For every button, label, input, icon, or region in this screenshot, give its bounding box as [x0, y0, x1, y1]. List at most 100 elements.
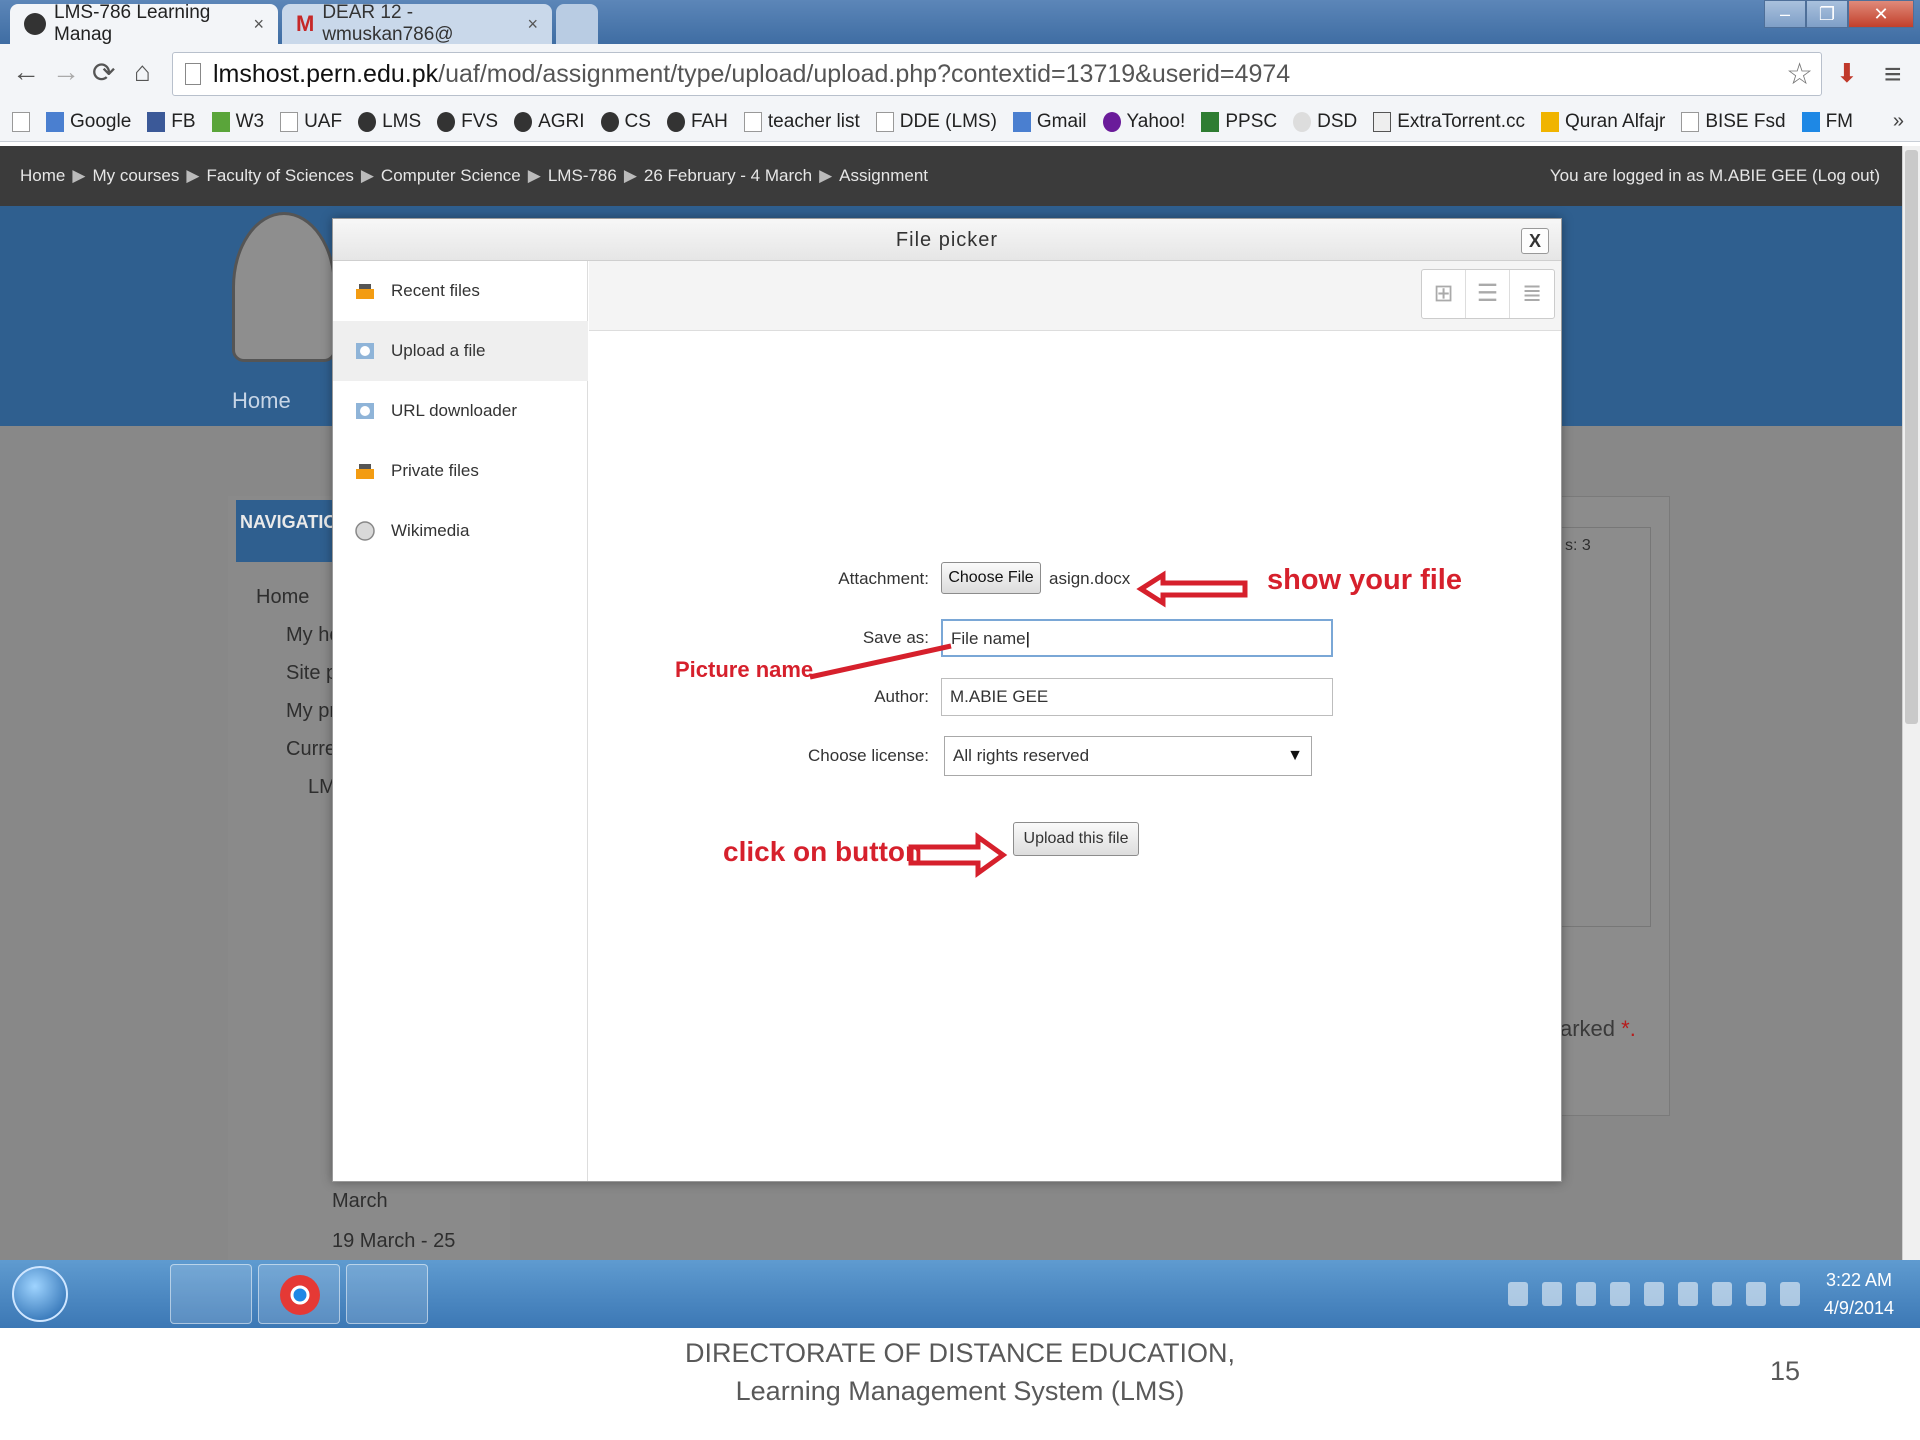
page-icon: [185, 63, 201, 85]
home-tab[interactable]: Home: [232, 388, 291, 414]
annotation-show-file: show your file: [1267, 564, 1462, 596]
close-tab-icon[interactable]: ×: [253, 14, 264, 35]
nav-item[interactable]: Curre: [286, 738, 336, 761]
menu-icon[interactable]: ≡: [1884, 58, 1902, 92]
footer-line: DIRECTORATE OF DISTANCE EDUCATION,: [684, 1338, 1236, 1368]
annotation-overlay: [809, 570, 1248, 878]
start-button-icon[interactable]: [12, 1266, 68, 1322]
url-host: lmshost.pern.edu.pk: [213, 59, 439, 88]
bookmark-item[interactable]: Gmail: [1012, 111, 1087, 133]
tab-lms[interactable]: LMS-786 Learning Manag ×: [10, 2, 278, 45]
nav-item[interactable]: Home: [256, 586, 309, 609]
gmail-icon: M: [296, 11, 315, 36]
bookmarks-overflow-icon[interactable]: »: [1893, 110, 1904, 133]
breadcrumb-item[interactable]: 26 February - 4 March: [644, 166, 812, 186]
ppsc-icon: [1201, 111, 1220, 132]
bookmark-item[interactable]: ExtraTorrent.cc: [1373, 111, 1525, 133]
page-icon: [1681, 111, 1700, 132]
bookmark-item[interactable]: BISE Fsd: [1681, 111, 1786, 133]
bookmark-item[interactable]: FB: [147, 111, 196, 133]
right-arrow-icon: [908, 832, 1008, 878]
breadcrumb-item[interactable]: Home: [20, 166, 65, 186]
bookmark-star-icon[interactable]: ☆: [1786, 57, 1813, 92]
window-close-icon[interactable]: ✕: [1848, 0, 1914, 28]
breadcrumb-separator: ▶: [819, 166, 833, 185]
pointer-line: [809, 643, 952, 680]
bookmark-item[interactable]: PPSC: [1201, 111, 1277, 133]
nav-item[interactable]: Site p: [286, 662, 337, 685]
window-controls: – ❐ ✕: [1764, 0, 1914, 28]
breadcrumb-item[interactable]: Faculty of Sciences: [206, 166, 353, 186]
volume-icon[interactable]: [1779, 1282, 1800, 1306]
page-icon: [743, 111, 762, 132]
breadcrumb-item[interactable]: Computer Science: [381, 166, 521, 186]
page-scrollbar[interactable]: [1902, 146, 1920, 1260]
required-note: arked *.: [1560, 1016, 1636, 1041]
bluetooth-icon[interactable]: [1643, 1282, 1664, 1306]
google-icon: [46, 111, 64, 132]
extension-icon[interactable]: ⬇: [1836, 58, 1858, 89]
tray-icon[interactable]: [1507, 1282, 1528, 1306]
browser-toolbar: ← → ⟳ ⌂ lmshost.pern.edu.pk/uaf/mod/assi…: [0, 44, 1920, 108]
bookmark-item[interactable]: Google: [46, 111, 131, 133]
bookmark-item[interactable]: FVS: [437, 111, 498, 133]
tab-gmail[interactable]: M DEAR 12 - wmuskan786@ ×: [282, 2, 552, 45]
tab-title: DEAR 12 - wmuskan786@: [322, 2, 454, 45]
left-arrow-icon: [1136, 570, 1248, 608]
annotation-click-button: click on button: [723, 836, 923, 867]
close-tab-icon[interactable]: ×: [527, 14, 538, 35]
chrome-icon[interactable]: [258, 1264, 340, 1324]
nav-item[interactable]: 19 March - 25: [332, 1230, 455, 1253]
breadcrumb-separator: ▶: [527, 166, 541, 185]
bookmark-item[interactable]: teacher list: [743, 111, 860, 133]
tray-icon[interactable]: [1541, 1282, 1562, 1306]
lms-icon: [600, 111, 619, 132]
nav-item[interactable]: March: [332, 1190, 388, 1213]
home-icon[interactable]: ⌂: [134, 56, 151, 88]
power-icon[interactable]: [1711, 1282, 1732, 1306]
tray-icon[interactable]: [1575, 1282, 1596, 1306]
pinned-notes-icon[interactable]: [86, 1264, 168, 1324]
bookmark-item[interactable]: FM: [1801, 111, 1853, 133]
address-bar[interactable]: lmshost.pern.edu.pk/uaf/mod/assignment/t…: [172, 52, 1822, 96]
clock-time: 3:22 AM: [1825, 1270, 1892, 1290]
breadcrumb: Home ▶ My courses ▶ Faculty of Sciences ▶ C…: [0, 146, 1920, 206]
back-icon[interactable]: ←: [12, 56, 40, 88]
bookmark-item[interactable]: FAH: [666, 111, 728, 133]
bookmark-item[interactable]: AGRI: [514, 111, 585, 133]
bookmark-item[interactable]: LMS: [358, 111, 421, 133]
lms-favicon-icon: [24, 13, 46, 35]
google-icon: [1012, 111, 1031, 132]
bookmark-item[interactable]: DDE (LMS): [875, 111, 997, 133]
bookmark-item[interactable]: CS: [600, 111, 651, 133]
lms-icon: [358, 111, 377, 132]
scrollbar-thumb[interactable]: [1905, 150, 1918, 724]
minimize-icon[interactable]: –: [1764, 0, 1806, 28]
breadcrumb-item: Assignment: [839, 166, 928, 185]
paint-icon[interactable]: [346, 1264, 428, 1324]
windows-taskbar: 3:22 AM 4/9/2014: [0, 1260, 1920, 1328]
clock-date: 4/9/2014: [1823, 1298, 1894, 1318]
action-center-flag-icon[interactable]: [1677, 1282, 1698, 1306]
bookmark-item[interactable]: DSD: [1293, 111, 1357, 133]
forward-icon[interactable]: →: [52, 56, 80, 88]
system-clock[interactable]: 3:22 AM 4/9/2014: [1824, 1266, 1894, 1322]
restore-icon[interactable]: ❐: [1806, 0, 1848, 28]
quran-icon: [1540, 111, 1559, 132]
signal-icon[interactable]: [1745, 1282, 1766, 1306]
breadcrumb-separator: ▶: [72, 166, 86, 185]
breadcrumb-item[interactable]: My courses: [92, 166, 179, 186]
bookmark-item[interactable]: Yahoo!: [1102, 111, 1185, 133]
bookmark-item[interactable]: [12, 111, 30, 132]
tray-icon[interactable]: [1609, 1282, 1630, 1306]
bookmark-item[interactable]: Quran Alfajr: [1540, 111, 1665, 133]
screenshot-slide: LMS-786 Learning Manag × M DEAR 12 - wmu…: [0, 0, 1920, 1440]
reload-icon[interactable]: ⟳: [92, 56, 115, 89]
nav-item[interactable]: My pr: [286, 700, 336, 723]
bookmark-item[interactable]: W3: [211, 111, 264, 133]
new-tab-button[interactable]: [556, 4, 598, 44]
breadcrumb-item[interactable]: LMS-786: [548, 166, 617, 186]
login-info[interactable]: You are logged in as M.ABIE GEE (Log out…: [1550, 166, 1880, 186]
bookmark-item[interactable]: UAF: [280, 111, 342, 133]
file-explorer-icon[interactable]: [170, 1264, 252, 1324]
